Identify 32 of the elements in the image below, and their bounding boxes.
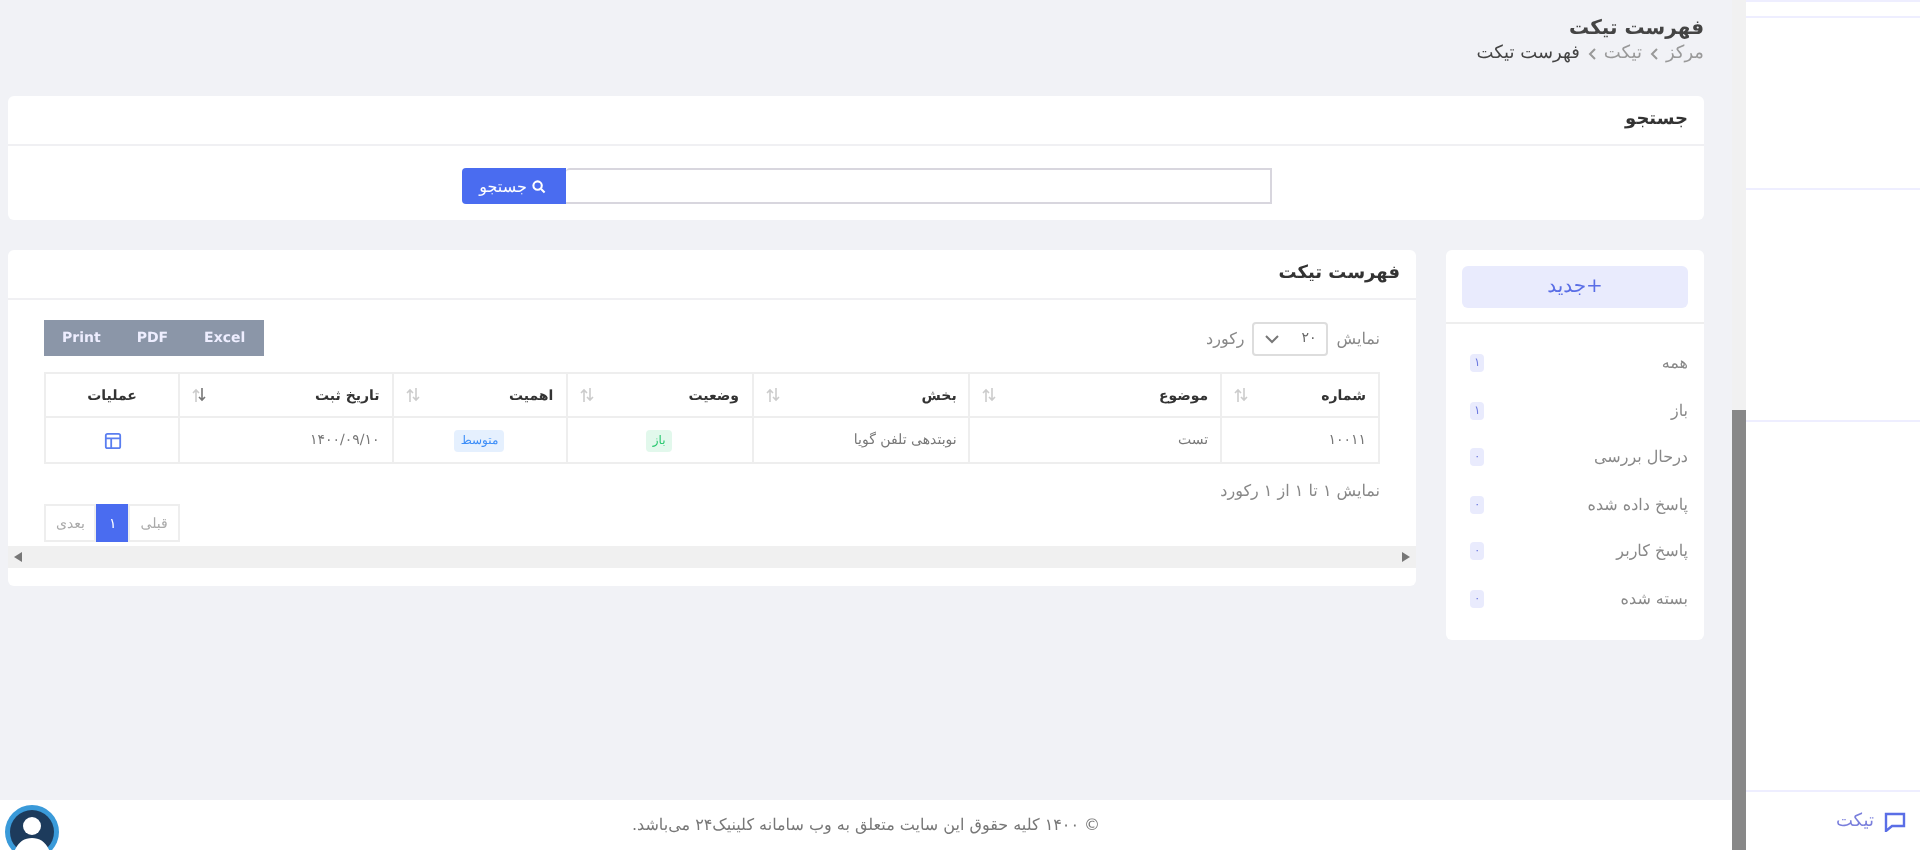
horizontal-scrollbar[interactable]: [8, 546, 1416, 568]
table-info: نمایش ۱ تا ۱ از ۱ رکورد: [1218, 482, 1380, 500]
nav-item[interactable]: تیکت: [1835, 811, 1906, 831]
chat-icon: [1884, 811, 1906, 831]
filter-item[interactable]: باز: [1670, 401, 1688, 420]
footer-text: © ۱۴۰۰ کلیه حقوق این سایت متعلق به وب سامانه کلینیک۲۴ می‌باشد.: [631, 816, 1101, 834]
breadcrumb-item[interactable]: تیکت: [1603, 42, 1642, 66]
filter-item[interactable]: پاسخ کاربر: [1616, 542, 1688, 561]
card-title: فهرست تیکت: [8, 250, 1416, 300]
vertical-scrollbar[interactable]: [1732, 0, 1746, 850]
filter-item[interactable]: بسته شده: [1620, 589, 1688, 608]
card-title: جستجو: [8, 96, 1704, 146]
search-field[interactable]: [565, 168, 1271, 204]
breadcrumb-item: فهرست تیکت: [1476, 42, 1580, 66]
page-title: فهرست تیکت: [1568, 16, 1704, 42]
chevron-icon: [1649, 48, 1658, 60]
search-button[interactable]: جستجو: [461, 168, 565, 204]
sort-icon[interactable]: [191, 388, 206, 402]
scroll-right-icon[interactable]: [1402, 552, 1410, 562]
scroll-left-icon[interactable]: [14, 552, 22, 562]
length-label: رکورد: [1206, 329, 1245, 347]
layout-icon[interactable]: [103, 431, 121, 449]
support-avatar-icon[interactable]: [4, 804, 60, 850]
length-label: نمایش: [1336, 329, 1380, 347]
chevron-icon: [1587, 48, 1596, 60]
new-button[interactable]: +جدید: [1462, 266, 1688, 308]
filter-item[interactable]: درحال بررسی: [1593, 448, 1688, 467]
chevron-down-icon: [1264, 333, 1281, 343]
filter-item[interactable]: همه: [1661, 354, 1688, 373]
search-icon: [532, 179, 547, 193]
breadcrumb-item[interactable]: مرکز: [1665, 42, 1704, 66]
filter-item[interactable]: پاسخ داده شده: [1587, 495, 1688, 514]
